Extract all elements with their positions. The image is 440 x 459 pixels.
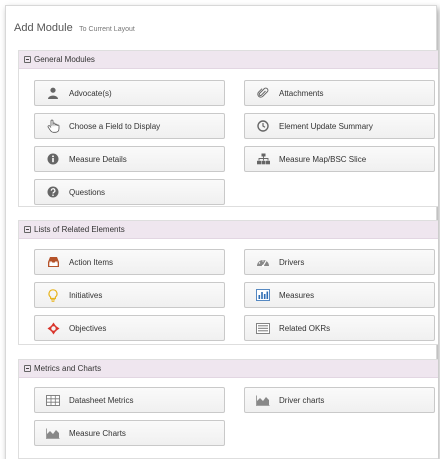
tile-label: Attachments: [279, 88, 324, 98]
dialog-header: Add Module To Current Layout: [6, 6, 436, 38]
tile-drivers[interactable]: Drivers: [244, 249, 435, 275]
add-module-dialog: Add Module To Current Layout General Mod…: [5, 5, 438, 459]
tile-related-okrs[interactable]: Related OKRs: [244, 315, 435, 341]
lightbulb-icon: [46, 288, 60, 302]
section-header-metrics[interactable]: Metrics and Charts: [19, 360, 438, 378]
collapse-icon[interactable]: [24, 56, 31, 63]
tile-datasheet-metrics[interactable]: Datasheet Metrics: [34, 387, 225, 413]
section-title: Lists of Related Elements: [34, 225, 125, 234]
tile-action-items[interactable]: Action Items: [34, 249, 225, 275]
pointer-hand-icon: [46, 119, 60, 133]
clock-icon: [256, 119, 270, 133]
tile-label: Element Update Summary: [279, 121, 373, 131]
tile-label: Related OKRs: [279, 323, 331, 333]
tile-label: Choose a Field to Display: [69, 121, 161, 131]
tile-label: Drivers: [279, 257, 305, 267]
tile-attachments[interactable]: Attachments: [244, 80, 435, 106]
tile-label: Measures: [279, 290, 315, 300]
paperclip-icon: [256, 86, 270, 100]
collapse-icon[interactable]: [24, 226, 31, 233]
tile-label: Advocate(s): [69, 88, 112, 98]
tile-choose-field[interactable]: Choose a Field to Display: [34, 113, 225, 139]
question-icon: [46, 185, 60, 199]
section-metrics-charts: Metrics and Charts Datasheet Metrics Dri…: [18, 359, 438, 459]
tile-label: Objectives: [69, 323, 107, 333]
tile-label: Measure Details: [69, 154, 127, 164]
area-chart-icon: [46, 426, 60, 440]
section-title: Metrics and Charts: [34, 364, 102, 373]
bar-chart-icon: [256, 288, 270, 302]
tile-questions[interactable]: Questions: [34, 179, 225, 205]
tile-measures[interactable]: Measures: [244, 282, 435, 308]
tile-label: Datasheet Metrics: [69, 395, 134, 405]
tile-label: Questions: [69, 187, 106, 197]
tile-label: Measure Charts: [69, 428, 126, 438]
area-chart-icon: [256, 393, 270, 407]
section-header-related[interactable]: Lists of Related Elements: [19, 221, 438, 239]
dashboard-gauge-icon: [256, 255, 270, 269]
tile-measure-charts[interactable]: Measure Charts: [34, 420, 225, 446]
section-title: General Modules: [34, 55, 95, 64]
org-chart-icon: [256, 152, 270, 166]
dialog-title: Add Module: [14, 22, 73, 34]
tile-advocates[interactable]: Advocate(s): [34, 80, 225, 106]
person-icon: [46, 86, 60, 100]
section-general-modules: General Modules Advocate(s) Attachments …: [18, 50, 438, 207]
objective-target-icon: [46, 321, 60, 335]
tile-element-update-summary[interactable]: Element Update Summary: [244, 113, 435, 139]
tile-initiatives[interactable]: Initiatives: [34, 282, 225, 308]
section-related-elements: Lists of Related Elements Action Items D…: [18, 220, 438, 345]
table-grid-icon: [46, 393, 60, 407]
tile-measure-map[interactable]: Measure Map/BSC Slice: [244, 146, 435, 172]
collapse-icon[interactable]: [24, 365, 31, 372]
list-panel-icon: [256, 321, 270, 335]
tile-label: Measure Map/BSC Slice: [279, 154, 367, 164]
inbox-tray-icon: [46, 255, 60, 269]
tile-measure-details[interactable]: Measure Details: [34, 146, 225, 172]
tile-label: Initiatives: [69, 290, 103, 300]
dialog-subtitle: To Current Layout: [79, 26, 135, 33]
section-header-general[interactable]: General Modules: [19, 51, 438, 69]
tile-label: Driver charts: [279, 395, 325, 405]
tile-label: Action Items: [69, 257, 114, 267]
info-icon: [46, 152, 60, 166]
tile-driver-charts[interactable]: Driver charts: [244, 387, 435, 413]
tile-objectives[interactable]: Objectives: [34, 315, 225, 341]
